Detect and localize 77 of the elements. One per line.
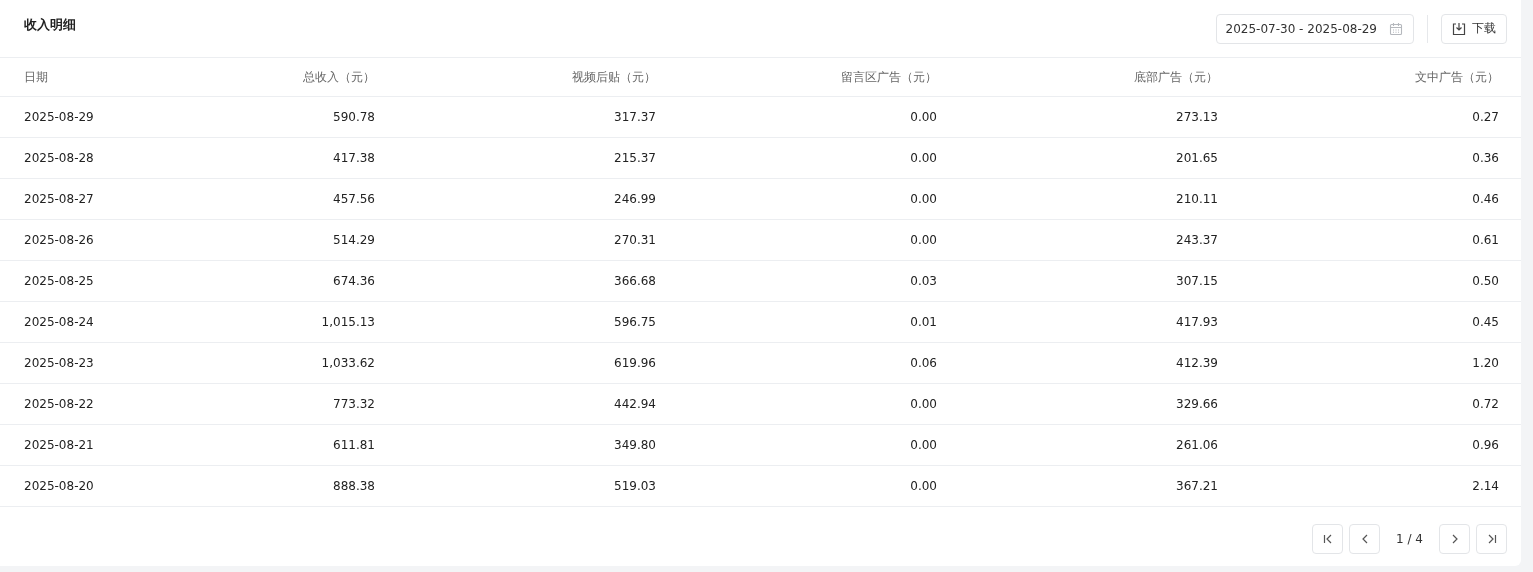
table-cell-text: 1.20: [1471, 356, 1499, 370]
first-page-icon: [1321, 533, 1334, 545]
table-cell-text: 519.03: [613, 479, 656, 493]
table-cell-text: 366.68: [613, 274, 656, 288]
column-header: 总收入（元）: [302, 68, 375, 86]
table-cell-text: 0.00: [909, 151, 937, 165]
table-cell-text: 0.00: [909, 479, 937, 493]
download-button[interactable]: 下载: [1441, 13, 1507, 44]
last-page-button[interactable]: [1476, 524, 1507, 554]
table-cell: 2025-08-29: [24, 110, 94, 124]
table-cell-text: 417.93: [1175, 315, 1218, 329]
table-cell-text: 412.39: [1175, 356, 1218, 370]
table-cell-text: 215.37: [613, 151, 656, 165]
table-cell-text: 329.66: [1175, 397, 1218, 411]
table-cell: 2025-08-28: [24, 151, 94, 165]
calendar-icon: [1389, 21, 1403, 36]
table-cell-text: 0.00: [909, 233, 937, 247]
table-cell: 2025-08-20: [24, 479, 94, 493]
table-cell-text: 317.37: [613, 110, 656, 124]
table-cell-text: 246.99: [613, 192, 656, 206]
table-cell-text: 270.31: [613, 233, 656, 247]
table-cell: 2025-08-24: [24, 315, 94, 329]
table-cell-text: 1,015.13: [320, 315, 375, 329]
table-cell-text: 0.36: [1471, 151, 1499, 165]
table-cell-text: 0.96: [1471, 438, 1499, 452]
next-page-button[interactable]: [1439, 524, 1470, 554]
table-cell: 2025-08-27: [24, 192, 94, 206]
table-cell-text: 0.46: [1471, 192, 1499, 206]
table-cell-text: 307.15: [1175, 274, 1218, 288]
section-title: 收入明细: [24, 16, 76, 34]
column-header: 视频后贴（元）: [571, 68, 656, 86]
date-range-field[interactable]: 2025-07-30 - 2025-08-29: [1215, 13, 1414, 44]
table-cell-text: 0.50: [1471, 274, 1499, 288]
table-cell-text: 457.56: [332, 192, 375, 206]
table-cell-text: 417.38: [332, 151, 375, 165]
table-cell-text: 210.11: [1175, 192, 1218, 206]
table-cell-text: 619.96: [613, 356, 656, 370]
table-cell-text: 1,033.62: [320, 356, 375, 370]
table-cell-text: 0.72: [1471, 397, 1499, 411]
column-header: 日期: [24, 68, 49, 86]
table-cell-text: 0.00: [909, 192, 937, 206]
column-header: 留言区广告（元）: [840, 68, 937, 86]
table-cell-text: 349.80: [613, 438, 656, 452]
table-cell: 2025-08-25: [24, 274, 94, 288]
table-cell-text: 442.94: [613, 397, 656, 411]
table-cell-text: 2.14: [1471, 479, 1499, 493]
table-cell-text: 0.06: [909, 356, 937, 370]
table-cell-text: 0.61: [1471, 233, 1499, 247]
column-header: 文中广告（元）: [1414, 68, 1499, 86]
table-cell-text: 367.21: [1175, 479, 1218, 493]
table-cell-text: 273.13: [1175, 110, 1218, 124]
table-cell-text: 243.37: [1175, 233, 1218, 247]
table-cell-text: 261.06: [1175, 438, 1218, 452]
table-cell-text: 590.78: [332, 110, 375, 124]
table-cell-text: 514.29: [332, 233, 375, 247]
table-cell: 2025-08-22: [24, 397, 94, 411]
table-cell: 2025-08-23: [24, 356, 94, 370]
column-header: 底部广告（元）: [1133, 68, 1218, 86]
table-cell: 2025-08-21: [24, 438, 94, 452]
table-cell-text: 596.75: [613, 315, 656, 329]
download-icon: [1452, 21, 1466, 36]
table-cell-text: 0.00: [909, 110, 937, 124]
table-cell-text: 0.00: [909, 397, 937, 411]
table-cell-text: 888.38: [332, 479, 375, 493]
table-cell-text: 674.36: [332, 274, 375, 288]
table-cell-text: 0.00: [909, 438, 937, 452]
page-indicator: 1 / 4: [1395, 532, 1424, 546]
table-cell-text: 0.03: [909, 274, 937, 288]
table-cell-text: 611.81: [332, 438, 375, 452]
table-cell-text: 0.45: [1471, 315, 1499, 329]
table-cell-text: 0.01: [909, 315, 937, 329]
table-cell-text: 0.27: [1471, 110, 1499, 124]
first-page-button[interactable]: [1312, 524, 1344, 554]
table-cell-text: 773.32: [332, 397, 375, 411]
table-cell-text: 201.65: [1175, 151, 1218, 165]
table-cell: 2025-08-26: [24, 233, 94, 247]
previous-page-button[interactable]: [1349, 524, 1381, 554]
